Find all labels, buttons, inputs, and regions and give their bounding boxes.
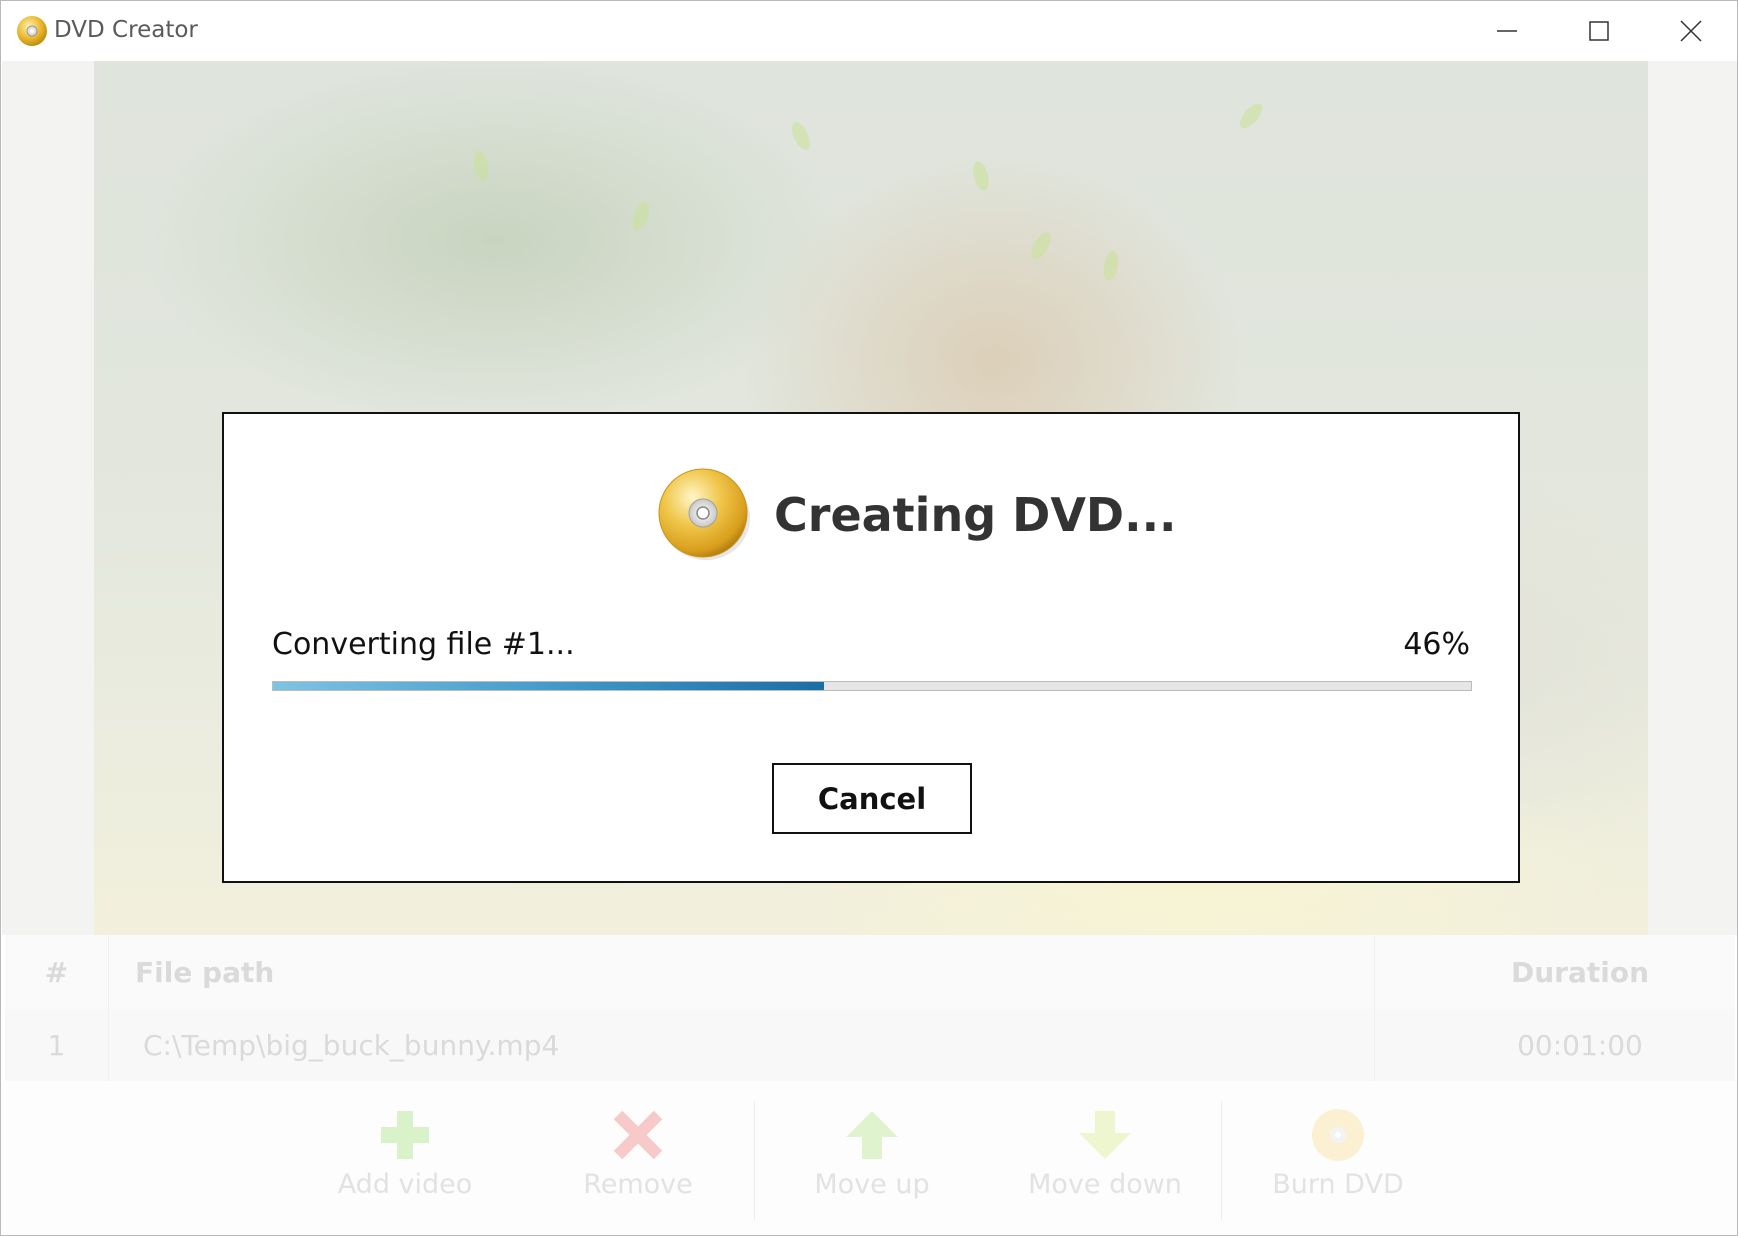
add-video-button[interactable]: Add video	[315, 1107, 495, 1217]
preview-leaf	[970, 159, 992, 193]
preview-leaf	[1027, 229, 1055, 263]
window-title: DVD Creator	[54, 17, 198, 43]
progress-dialog: Creating DVD... Converting file #1... 46…	[222, 412, 1520, 883]
move-up-label: Move up	[814, 1169, 930, 1200]
preview-leaf	[1101, 250, 1121, 282]
file-table: # File path Duration 1 C:\Temp\big_buck_…	[5, 935, 1735, 1081]
header-duration[interactable]: Duration	[1375, 935, 1735, 1009]
maximize-icon	[1589, 21, 1609, 41]
move-down-button[interactable]: Move down	[1015, 1107, 1195, 1217]
table-header: # File path Duration	[5, 935, 1735, 1009]
dvd-disc-icon	[17, 16, 47, 46]
dvd-disc-icon	[658, 468, 750, 560]
progress-bar-fill	[273, 682, 825, 690]
maximize-button[interactable]	[1553, 1, 1645, 61]
minimize-icon	[1497, 30, 1517, 32]
minimize-button[interactable]	[1461, 1, 1553, 61]
percent-text: 46%	[1403, 627, 1470, 662]
plus-icon	[381, 1111, 429, 1159]
x-icon	[613, 1110, 663, 1160]
progress-bar	[272, 681, 1472, 691]
preview-leaf	[788, 119, 814, 153]
preview-leaf	[1235, 100, 1267, 132]
close-button[interactable]	[1645, 1, 1737, 61]
row-number: 1	[5, 1009, 109, 1081]
status-text: Converting file #1...	[272, 627, 575, 662]
title-bar: DVD Creator	[1, 1, 1737, 61]
toolbar-separator	[1221, 1101, 1222, 1221]
burn-dvd-label: Burn DVD	[1272, 1169, 1404, 1200]
app-window: DVD Creator # File path Duration 1 C:\Te…	[0, 0, 1738, 1236]
preview-leaf	[629, 199, 653, 233]
add-video-label: Add video	[337, 1169, 473, 1200]
row-file-path: C:\Temp\big_buck_bunny.mp4	[109, 1009, 1375, 1081]
arrow-down-icon	[1079, 1111, 1131, 1159]
move-down-label: Move down	[1028, 1169, 1182, 1200]
toolbar: Add video Remove Move up Move down Burn …	[2, 1081, 1737, 1235]
header-file-path[interactable]: File path	[109, 935, 1375, 1009]
burn-dvd-button[interactable]: Burn DVD	[1248, 1107, 1428, 1217]
row-duration: 00:01:00	[1517, 1028, 1643, 1062]
table-row[interactable]: 1 C:\Temp\big_buck_bunny.mp4 00:01:00	[5, 1009, 1735, 1081]
remove-button[interactable]: Remove	[548, 1107, 728, 1217]
move-up-button[interactable]: Move up	[782, 1107, 962, 1217]
header-number[interactable]: #	[5, 935, 109, 1009]
close-icon	[1680, 20, 1702, 42]
preview-leaf	[471, 150, 491, 182]
arrow-up-icon	[846, 1111, 898, 1159]
remove-label: Remove	[583, 1169, 693, 1200]
dvd-disc-icon	[1312, 1109, 1364, 1161]
toolbar-separator	[754, 1101, 755, 1221]
dialog-title: Creating DVD...	[774, 488, 1177, 542]
cancel-button[interactable]: Cancel	[772, 763, 972, 834]
